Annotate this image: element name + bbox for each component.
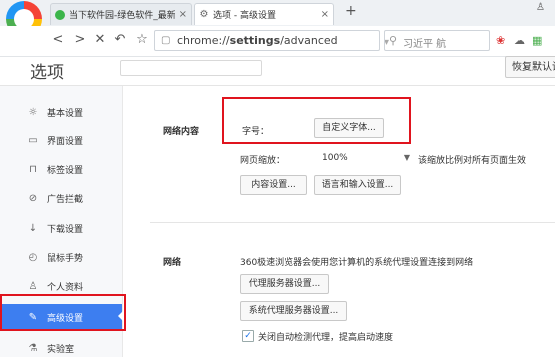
sidebar-item-label: 界面设置 <box>47 136 84 147</box>
forward-icon[interactable]: > <box>72 32 88 48</box>
sidebar-item-tabs[interactable]: ⊓ 标签设置 <box>0 155 122 183</box>
tab-settings[interactable]: ⚙ 选项 - 高级设置 × <box>194 3 334 25</box>
fire-icon[interactable]: ❀ <box>496 34 505 47</box>
sidebar-item-interface[interactable]: ▭ 界面设置 <box>0 126 122 154</box>
close-tab-icon[interactable]: × <box>321 9 329 20</box>
system-proxy-settings-button[interactable]: 系统代理服务器设置... <box>240 301 347 321</box>
highlight-box-sidebar <box>0 294 126 331</box>
sidebar-item-label: 个人资料 <box>47 282 84 293</box>
section-divider <box>150 222 555 223</box>
block-icon: ⊘ <box>28 192 38 204</box>
section-label-network: 网络 <box>163 258 182 268</box>
settings-search-input[interactable] <box>120 60 262 76</box>
sidebar-item-label: 基本设置 <box>47 108 84 119</box>
content-settings-button[interactable]: 内容设置... <box>240 175 307 195</box>
search-box[interactable]: ⚲ 习近平 航 <box>384 30 490 51</box>
back-icon[interactable]: < <box>50 32 66 48</box>
tab-icon: ⊓ <box>29 163 37 175</box>
download-icon: ↓ <box>28 222 38 234</box>
zoom-value: 100% <box>322 153 348 163</box>
close-page-icon[interactable]: ✕ <box>92 32 108 48</box>
sidebar-item-label: 广告拦截 <box>47 194 84 205</box>
site-favicon-icon <box>55 9 65 20</box>
bookmark-star-icon[interactable]: ☆ <box>134 32 150 48</box>
reload-icon[interactable]: ↶ <box>112 32 128 48</box>
sidebar-item-mouse[interactable]: ◴ 鼠标手势 <box>0 243 122 271</box>
restore-defaults-button[interactable]: 恢复默认设 <box>505 56 555 78</box>
zoom-hint: 该缩放比例对所有页面生效 <box>418 156 527 166</box>
close-tab-icon[interactable]: × <box>179 9 187 20</box>
sidebar-item-label: 标签设置 <box>47 165 84 176</box>
proxy-settings-button[interactable]: 代理服务器设置... <box>240 274 329 294</box>
highlight-box-font <box>222 97 411 144</box>
lab-icon: ⚗ <box>28 342 38 354</box>
address-bar[interactable]: ▢ chrome://settings/advanced <box>154 30 380 51</box>
gear-icon: ☼ <box>28 106 38 118</box>
page-icon: ▢ <box>161 35 171 46</box>
zoom-label: 网页缩放： <box>240 156 286 166</box>
page-title: 选项 <box>30 63 64 83</box>
sidebar-item-label: 下载设置 <box>47 224 84 235</box>
tab-title: 当下软件园-绿色软件_最新绿 <box>69 11 175 21</box>
sidebar-item-adblock[interactable]: ⊘ 广告拦截 <box>0 184 122 212</box>
mouse-icon: ◴ <box>28 251 38 263</box>
sidebar-item-label: 实验室 <box>47 344 75 355</box>
user-icon[interactable]: ♙ <box>536 2 545 13</box>
user-icon: ♙ <box>28 280 38 292</box>
sidebar-item-label: 鼠标手势 <box>47 253 84 264</box>
sidebar-item-lab[interactable]: ⚗ 实验室 <box>0 334 122 362</box>
search-text: 习近平 航 <box>403 39 447 50</box>
auto-detect-proxy-label: 关闭自动检测代理，提高启动速度 <box>258 333 394 343</box>
window-icon: ▭ <box>28 134 38 146</box>
sidebar-item-basic[interactable]: ☼ 基本设置 <box>0 98 122 126</box>
chevron-down-icon: ▼ <box>403 153 410 162</box>
address-text: chrome://settings/advanced <box>177 34 338 47</box>
section-label-web-content: 网络内容 <box>163 127 200 137</box>
apps-icon[interactable]: ▦ <box>532 34 542 47</box>
gear-icon: ⚙ <box>199 8 209 20</box>
language-input-button[interactable]: 语言和输入设置... <box>314 175 401 195</box>
sidebar-item-download[interactable]: ↓ 下载设置 <box>0 214 122 242</box>
new-tab-button[interactable]: + <box>345 3 357 19</box>
tab-dangxia[interactable]: 当下软件园-绿色软件_最新绿 × <box>50 3 192 25</box>
tab-title: 选项 - 高级设置 <box>213 11 276 21</box>
cloud-icon[interactable]: ☁ <box>514 34 525 47</box>
auto-detect-proxy-checkbox[interactable]: ✓ <box>242 330 254 342</box>
search-icon: ⚲ <box>389 34 398 47</box>
zoom-select[interactable]: 100% ▼ <box>316 149 412 167</box>
network-description: 360极速浏览器会使用您计算机的系统代理设置连接到网络 <box>240 258 474 268</box>
